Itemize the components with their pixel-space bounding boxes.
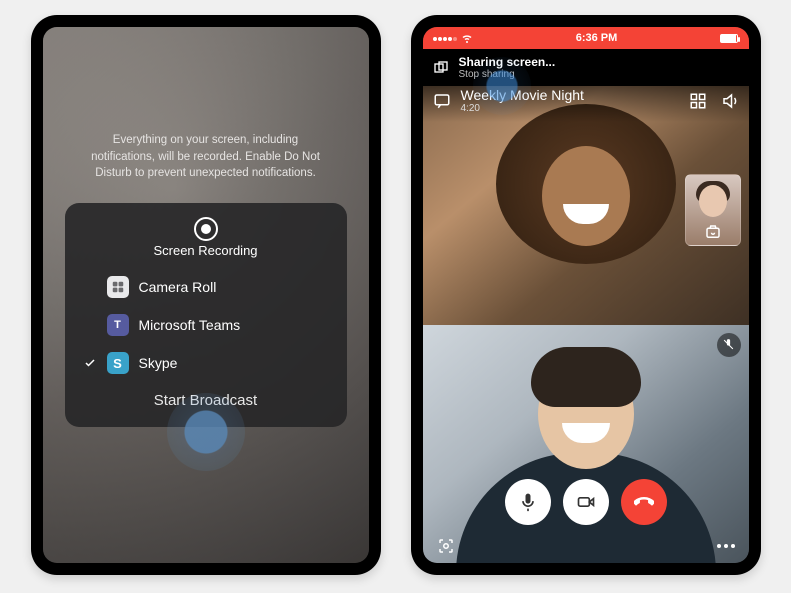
status-bar: 6:36 PM (423, 27, 749, 49)
battery-icon (720, 34, 738, 43)
video-area (423, 86, 749, 563)
status-right (720, 34, 738, 43)
banner-title: Sharing screen... (459, 55, 556, 69)
recording-info-text: Everything on your screen, including not… (43, 132, 369, 182)
flip-camera-icon (704, 223, 722, 241)
speaker-icon[interactable] (721, 92, 739, 110)
camera-button[interactable] (563, 479, 609, 525)
signal-icon (433, 32, 458, 44)
more-icon[interactable] (717, 544, 735, 548)
call-title-wrap: Weekly Movie Night 4:20 (461, 87, 675, 114)
camera-roll-icon (107, 276, 129, 298)
call-header: Weekly Movie Night 4:20 (423, 81, 749, 122)
broadcast-target-skype[interactable]: S Skype (73, 344, 339, 382)
screen-recording-sheet: Screen Recording Camera Roll T Microsoft… (65, 203, 347, 427)
screen-left: Everything on your screen, including not… (43, 27, 369, 563)
skype-icon: S (107, 352, 129, 374)
bottom-bar (423, 537, 749, 555)
teams-icon: T (107, 314, 129, 336)
grid-icon[interactable] (689, 92, 707, 110)
chat-icon[interactable] (433, 92, 451, 110)
self-preview[interactable] (685, 174, 741, 246)
sheet-header: Screen Recording (73, 217, 339, 258)
microphone-button[interactable] (505, 479, 551, 525)
app-label: Camera Roll (139, 279, 217, 295)
record-icon (194, 217, 218, 241)
broadcast-target-teams[interactable]: T Microsoft Teams (73, 306, 339, 344)
app-label: Microsoft Teams (139, 317, 241, 333)
banner-subtitle: Stop sharing (459, 69, 556, 80)
participant-tile[interactable] (423, 325, 749, 564)
call-title: Weekly Movie Night (461, 87, 675, 103)
muted-icon (717, 333, 741, 357)
end-call-button[interactable] (621, 479, 667, 525)
banner-text: Sharing screen... Stop sharing (459, 55, 556, 80)
sheet-title: Screen Recording (73, 243, 339, 258)
screen-right: 6:36 PM Sharing screen... Stop sharing W… (423, 27, 749, 563)
phone-right: 6:36 PM Sharing screen... Stop sharing W… (411, 15, 761, 575)
wifi-icon (461, 32, 473, 44)
status-time: 6:36 PM (576, 32, 618, 44)
call-controls (423, 479, 749, 525)
call-duration: 4:20 (461, 103, 675, 114)
app-label: Skype (139, 355, 178, 371)
broadcast-target-camera-roll[interactable]: Camera Roll (73, 268, 339, 306)
phone-left: Everything on your screen, including not… (31, 15, 381, 575)
capture-icon[interactable] (437, 537, 455, 555)
share-screen-icon (433, 60, 449, 76)
start-broadcast-button[interactable]: Start Broadcast (73, 382, 339, 411)
checkmark-icon (83, 357, 97, 369)
status-left (433, 32, 473, 44)
